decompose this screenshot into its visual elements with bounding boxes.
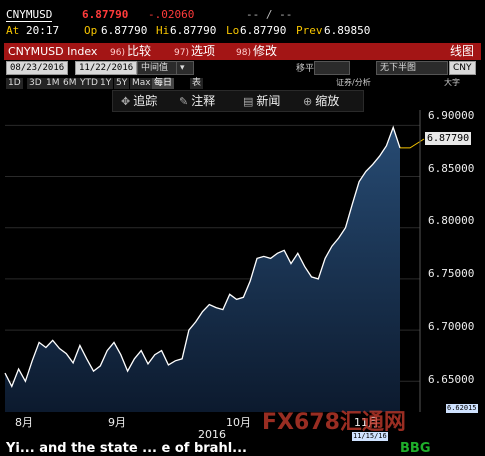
price-area bbox=[5, 127, 400, 413]
price-chart[interactable] bbox=[0, 0, 485, 456]
x-year-label: 2016 bbox=[198, 428, 226, 441]
last-price-tag: 6.87790 bbox=[425, 132, 472, 145]
y-tick-label: 6.75000 bbox=[428, 267, 475, 280]
y-tick-label: 6.80000 bbox=[428, 214, 475, 227]
x-tick-label: 8月 bbox=[15, 416, 33, 429]
y-tick-label: 6.90000 bbox=[428, 109, 475, 122]
y-tick-label: 6.65000 bbox=[428, 373, 475, 386]
x-tick-label: 10月 bbox=[226, 416, 251, 429]
y-tick-label: 6.85000 bbox=[428, 162, 475, 175]
low-price-tag: 6.62015 bbox=[446, 404, 478, 413]
x-tick-label: 9月 bbox=[108, 416, 126, 429]
caption-logo: BBG bbox=[400, 441, 431, 456]
video-caption: Yi... and the state ... e of brahl... bbox=[6, 441, 247, 456]
watermark-logo: FX678汇通网 bbox=[262, 410, 406, 435]
y-tick-label: 6.70000 bbox=[428, 320, 475, 333]
